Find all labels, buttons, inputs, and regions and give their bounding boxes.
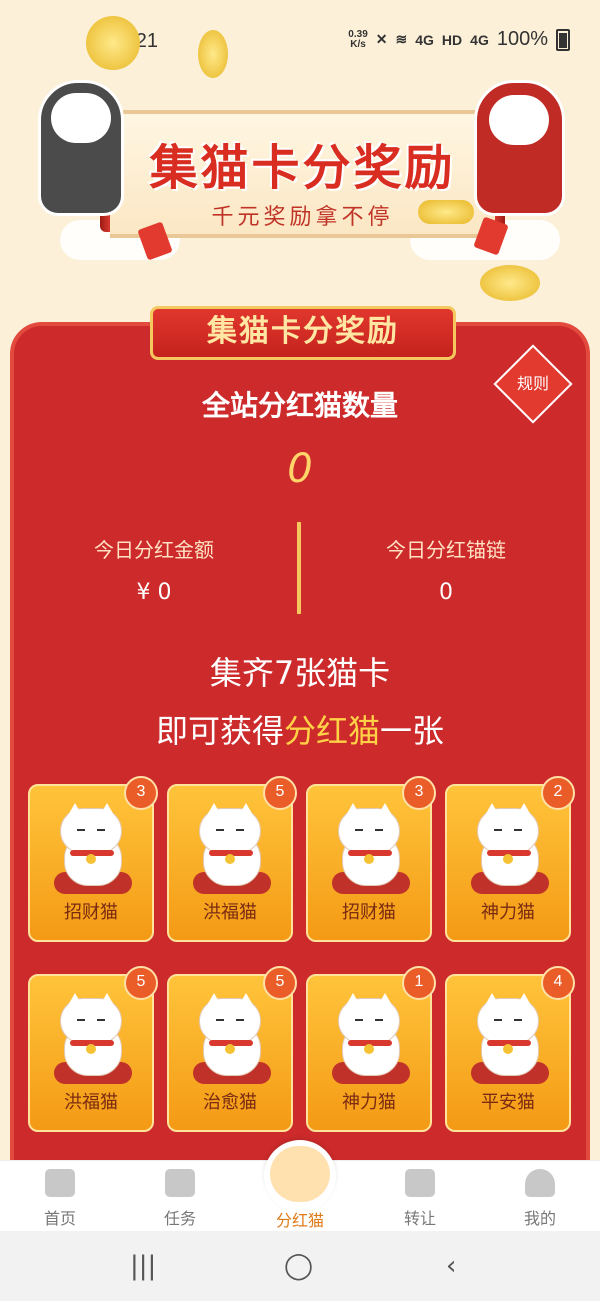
banner-title: 集猫卡分奖励 <box>149 142 456 195</box>
card-name: 洪福猫 <box>64 1092 118 1113</box>
cart-icon <box>405 1169 435 1197</box>
nav-label-transfer: 转让 <box>403 1209 436 1228</box>
card-name: 招财猫 <box>64 902 118 923</box>
total-dividend-cats-value: 0 <box>287 446 313 492</box>
net-speed-value: 0.39 <box>348 28 368 40</box>
panel-ribbon: 集猫卡分奖励 <box>150 306 456 360</box>
mute-icon: ✕ <box>375 31 388 47</box>
lucky-cat-left-illustration <box>38 80 124 216</box>
collect-highlight: 分红猫 <box>283 712 380 750</box>
lucky-cat-icon <box>50 803 136 898</box>
hd-icon: HD <box>441 31 463 48</box>
collect-suffix: 一张 <box>380 712 445 750</box>
card-name: 洪福猫 <box>203 902 257 923</box>
user-icon <box>525 1169 555 1197</box>
wifi-icon: ≋ <box>395 31 408 47</box>
lucky-cat-icon <box>467 993 553 1088</box>
card-count-badge: 5 <box>263 966 297 1000</box>
collect-prefix: 即可获得 <box>155 712 284 750</box>
lucky-cat-icon <box>467 803 553 898</box>
card-count-badge: 5 <box>263 776 297 810</box>
card-count-badge: 1 <box>402 966 436 1000</box>
card-name: 神力猫 <box>342 1092 396 1113</box>
card-name: 神力猫 <box>481 902 535 923</box>
nav-item-mine[interactable]: 我的 <box>500 1169 580 1229</box>
net-speed: 0.39 K/s <box>348 28 368 50</box>
back-icon[interactable]: ‹ <box>446 1251 456 1281</box>
total-dividend-cats-label: 全站分红猫数量 <box>201 389 398 422</box>
net-speed-unit: K/s <box>350 38 366 50</box>
today-amount-label: 今日分红金额 <box>94 538 214 562</box>
card-count-badge: 3 <box>402 776 436 810</box>
card-name: 治愈猫 <box>203 1092 257 1113</box>
cat-card[interactable]: 5 治愈猫 <box>167 966 297 1132</box>
today-chain-label: 今日分红锚链 <box>386 538 506 562</box>
nav-item-home[interactable]: 首页 <box>20 1169 100 1229</box>
system-nav-bar: ||| ◯ ‹ <box>0 1231 600 1301</box>
gold-coin-icon <box>198 30 228 78</box>
sim1-signal-icon: 4G <box>415 31 434 48</box>
nav-label-mine: 我的 <box>523 1209 556 1228</box>
cat-card[interactable]: 5 洪福猫 <box>167 776 297 942</box>
card-name: 平安猫 <box>481 1092 535 1113</box>
cat-card[interactable]: 5 洪福猫 <box>28 966 158 1132</box>
collect-instruction: 集齐7张猫卡 <box>209 654 391 692</box>
ribbon-title: 集猫卡分奖励 <box>207 315 399 348</box>
today-chain-value: 0 <box>439 580 453 605</box>
card-name: 招财猫 <box>342 902 396 923</box>
status-icons: 0.39 K/s ✕ ≋ 4G HD 4G 100% <box>348 28 570 51</box>
header-banner: 集猫卡分奖励 千元奖励拿不停 <box>0 16 600 320</box>
nav-label-tasks: 任务 <box>163 1209 196 1228</box>
dividend-cat-nav-button[interactable] <box>264 1140 336 1212</box>
cat-card[interactable]: 3 招财猫 <box>306 776 436 942</box>
lucky-cat-icon <box>328 803 414 898</box>
lucky-cat-icon <box>189 993 275 1088</box>
nav-item-transfer[interactable]: 转让 <box>380 1169 460 1229</box>
battery-percent: 100% <box>496 28 548 50</box>
gold-ingot-icon <box>418 200 474 224</box>
recents-icon[interactable]: ||| <box>130 1251 156 1281</box>
lucky-cat-right-illustration <box>474 80 565 216</box>
today-amount-value: ¥ 0 <box>136 580 172 605</box>
card-count-badge: 4 <box>541 966 575 1000</box>
battery-icon <box>556 28 570 51</box>
lucky-cat-icon <box>50 993 136 1088</box>
cat-card[interactable]: 4 平安猫 <box>445 966 575 1132</box>
nav-label-home: 首页 <box>43 1209 76 1228</box>
home-button-icon[interactable]: ◯ <box>284 1251 313 1281</box>
lucky-cat-icon <box>270 1146 330 1202</box>
card-count-badge: 5 <box>124 966 158 1000</box>
tasks-icon <box>165 1169 195 1197</box>
nav-item-tasks[interactable]: 任务 <box>140 1169 220 1229</box>
cat-card[interactable]: 3 招财猫 <box>28 776 158 942</box>
stat-divider <box>297 522 301 614</box>
collect-reward-text: 即可获得分红猫一张 <box>0 706 600 752</box>
sim2-signal-icon: 4G <box>470 31 489 48</box>
lucky-cat-icon <box>189 803 275 898</box>
gold-coin-icon <box>86 16 140 70</box>
gold-coin-icon <box>480 265 540 301</box>
cat-card[interactable]: 2 神力猫 <box>445 776 575 942</box>
lucky-cat-icon <box>328 993 414 1088</box>
home-icon <box>45 1169 75 1197</box>
card-count-badge: 2 <box>541 776 575 810</box>
card-count-badge: 3 <box>124 776 158 810</box>
cat-card[interactable]: 1 神力猫 <box>306 966 436 1132</box>
